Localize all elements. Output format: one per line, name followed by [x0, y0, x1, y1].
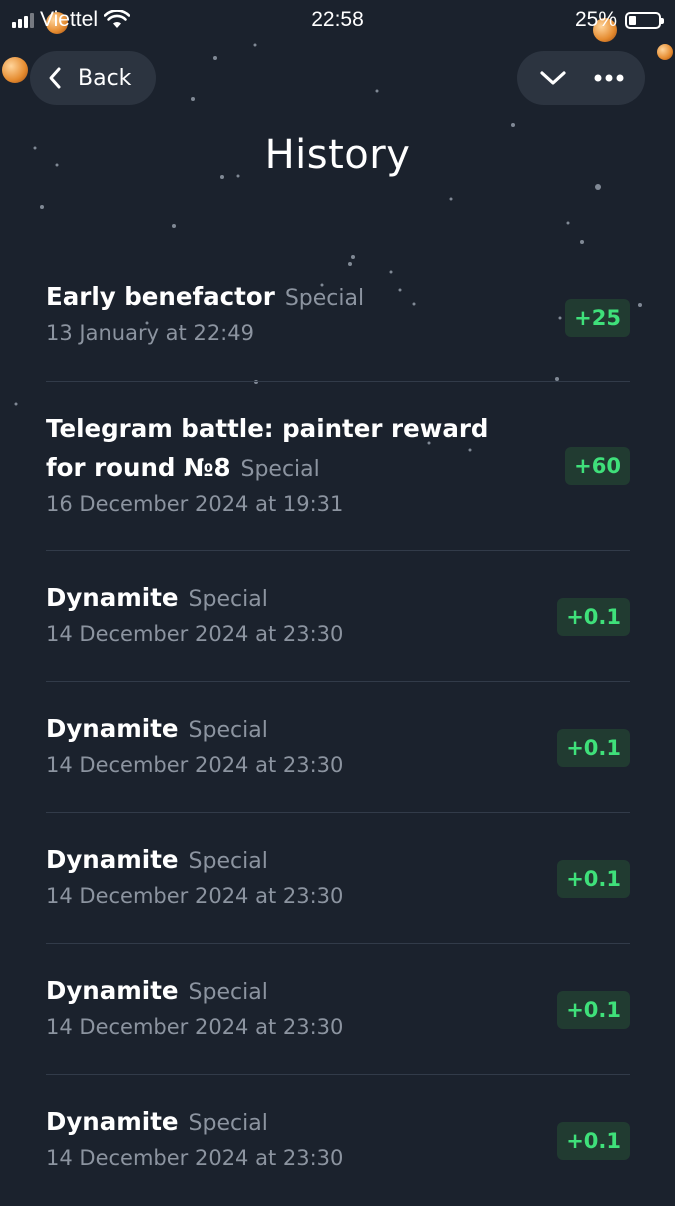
status-bar: Viettel 22:58 25%	[0, 0, 675, 40]
amount-badge: +60	[565, 447, 630, 485]
item-tag: Special	[188, 1111, 268, 1136]
page-title: History	[264, 132, 411, 178]
item-name: Dynamite Special	[46, 583, 268, 612]
history-item[interactable]: Early benefactor Special 13 January at 22…	[46, 250, 630, 382]
item-tag: Special	[240, 457, 320, 482]
chevron-down-icon[interactable]	[538, 68, 568, 88]
battery-icon	[625, 11, 664, 29]
item-tag: Special	[188, 718, 268, 743]
amount-badge: +0.1	[557, 860, 630, 898]
back-label: Back	[78, 65, 132, 91]
item-tag: Special	[284, 286, 365, 311]
item-date: 16 December 2024 at 19:31	[46, 492, 344, 516]
item-name: Early benefactor Special	[46, 282, 365, 311]
item-tag: Special	[188, 587, 268, 612]
item-date: 13 January at 22:49	[46, 321, 254, 345]
back-button[interactable]: Back	[30, 51, 156, 105]
history-item[interactable]: Dynamite Special 14 December 2024 at 23:3…	[46, 682, 630, 813]
item-date: 14 December 2024 at 23:30	[46, 1015, 344, 1039]
status-right: 25%	[574, 8, 664, 32]
battery-percent: 25%	[574, 8, 617, 31]
item-name: Dynamite Special	[46, 976, 268, 1005]
amount-badge: +0.1	[557, 729, 630, 767]
history-item[interactable]: Dynamite Special 14 December 2024 at 23:3…	[46, 944, 630, 1075]
amount-badge: +0.1	[557, 598, 630, 636]
item-name: Dynamite Special	[46, 845, 268, 874]
item-date: 14 December 2024 at 23:30	[46, 753, 344, 777]
history-item[interactable]: Dynamite Special 14 December 2024 at 23:3…	[46, 551, 630, 682]
header-actions	[517, 51, 645, 105]
amount-badge: +0.1	[557, 991, 630, 1029]
history-item[interactable]: Dynamite Special 14 December 2024 at 23:3…	[46, 1075, 630, 1206]
item-date: 14 December 2024 at 23:30	[46, 622, 344, 646]
clock: 22:58	[311, 8, 364, 31]
history-list: Early benefactor Special 13 January at 22…	[46, 250, 630, 1206]
more-horizontal-icon[interactable]	[593, 73, 625, 83]
item-name: Telegram battle: painter reward for roun…	[46, 414, 489, 482]
item-date: 14 December 2024 at 23:30	[46, 1146, 344, 1170]
item-tag: Special	[188, 980, 268, 1005]
item-name: Dynamite Special	[46, 714, 268, 743]
amount-badge: +25	[565, 299, 630, 337]
item-name: Dynamite Special	[46, 1107, 268, 1136]
amount-badge: +0.1	[557, 1122, 630, 1160]
item-tag: Special	[188, 849, 268, 874]
chevron-left-icon	[49, 67, 61, 89]
history-item[interactable]: Telegram battle: painter reward for roun…	[46, 382, 630, 551]
history-item[interactable]: Dynamite Special 14 December 2024 at 23:3…	[46, 813, 630, 944]
item-date: 14 December 2024 at 23:30	[46, 884, 344, 908]
